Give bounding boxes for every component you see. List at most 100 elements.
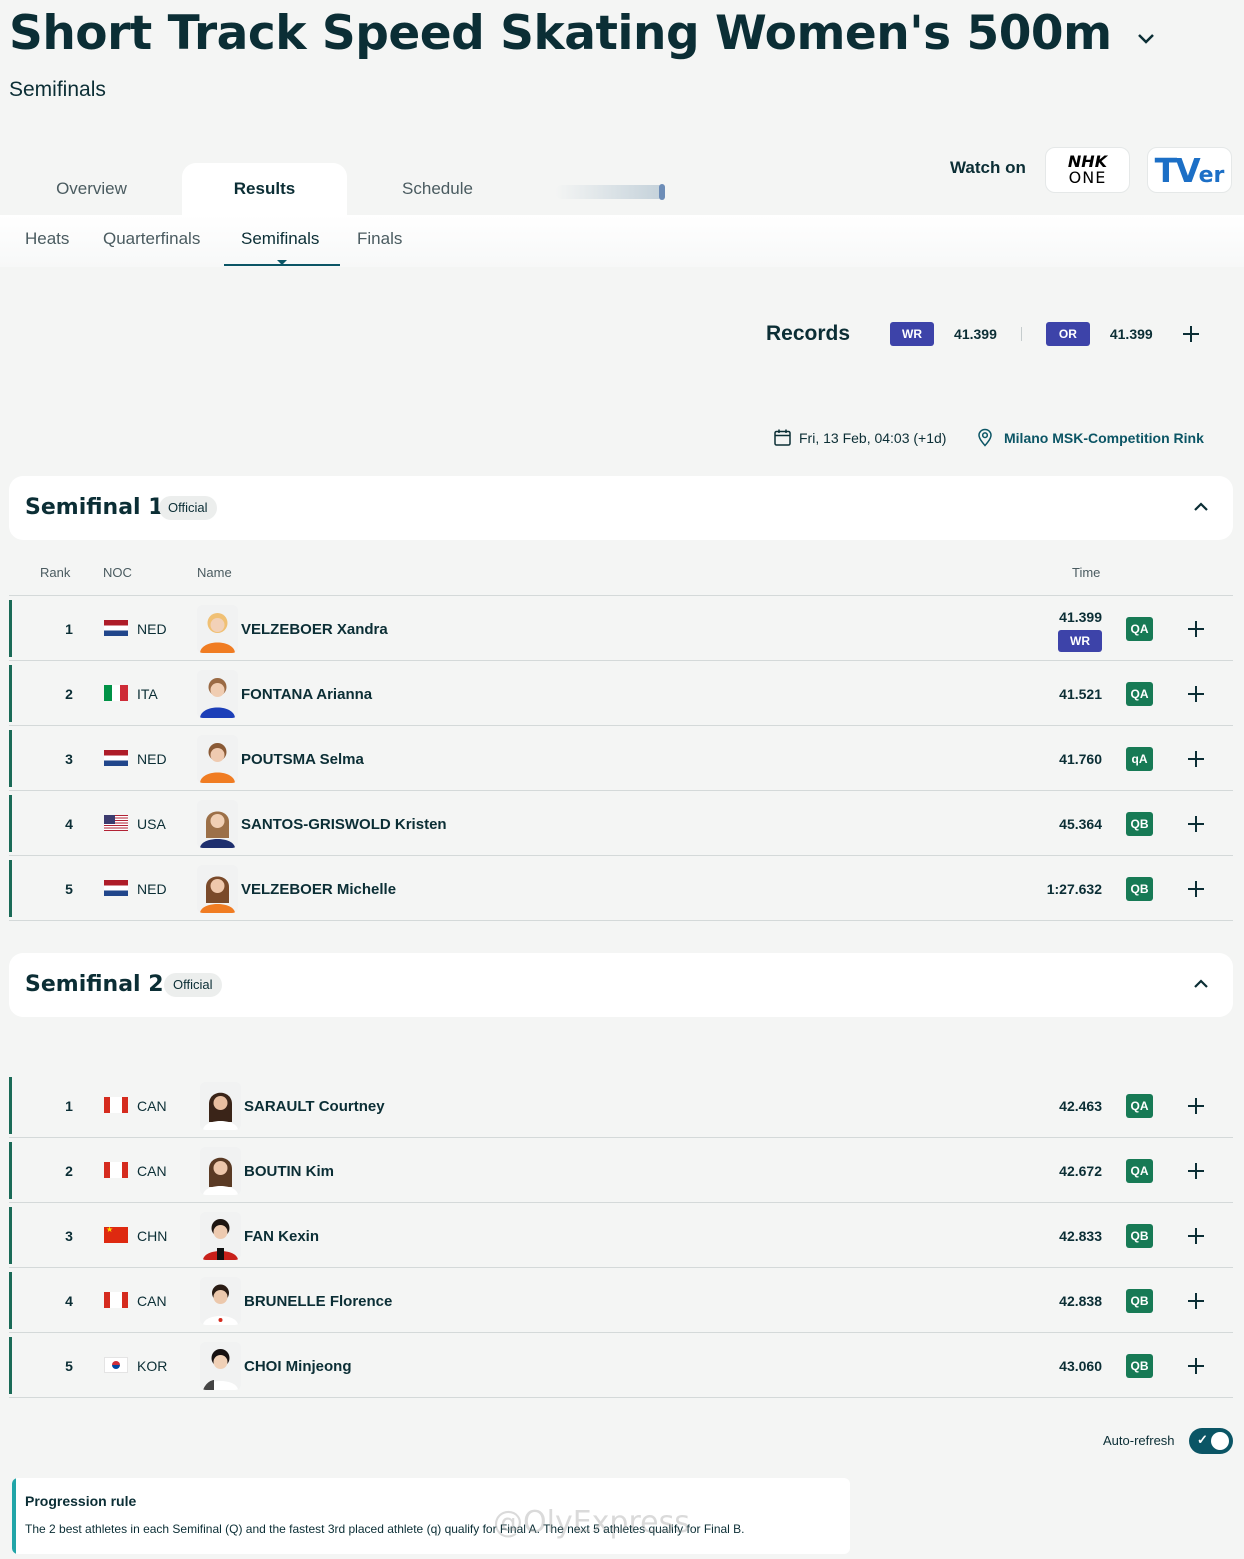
noc-cell: NED <box>137 751 167 767</box>
expand-row-icon[interactable] <box>1188 881 1204 897</box>
chevron-down-icon[interactable] <box>1136 33 1156 45</box>
avatar <box>197 800 238 848</box>
page-title: Short Track Speed Skating Women's 500m <box>9 6 1112 61</box>
athlete-name[interactable]: VELZEBOER Michelle <box>241 881 396 898</box>
tver-logo-text: TV <box>1154 150 1201 190</box>
expand-row-icon[interactable] <box>1188 816 1204 832</box>
avatar <box>197 670 238 718</box>
avatar <box>197 865 238 913</box>
table-row[interactable]: 1 NED VELZEBOER Xandra 41.399 WR QA <box>9 597 1233 661</box>
table-row[interactable]: 2 CAN BOUTIN Kim 42.672 QA <box>9 1139 1233 1203</box>
heat-header[interactable]: Semifinal 1 Official <box>9 476 1233 540</box>
athlete-name[interactable]: BRUNELLE Florence <box>244 1293 392 1310</box>
rank-cell: 1 <box>65 1098 73 1114</box>
subtab-quarterfinals[interactable]: Quarterfinals <box>103 229 200 249</box>
athlete-name[interactable]: SANTOS-GRISWOLD Kristen <box>241 816 447 833</box>
progression-rule-box: Progression rule The 2 best athletes in … <box>12 1478 850 1554</box>
table-row[interactable]: 3 NED POUTSMA Selma 41.760 qA <box>9 727 1233 791</box>
qualification-badge: QB <box>1126 1354 1153 1378</box>
subtab-heats[interactable]: Heats <box>25 229 69 249</box>
expand-row-icon[interactable] <box>1188 621 1204 637</box>
qualification-badge: QA <box>1126 617 1153 641</box>
row-accent <box>9 1207 12 1264</box>
rank-cell: 5 <box>65 1358 73 1374</box>
flag-ned-icon <box>104 880 128 896</box>
noc-cell: NED <box>137 621 167 637</box>
rank-cell: 5 <box>65 881 73 897</box>
records-expand-icon[interactable] <box>1182 326 1199 342</box>
subtab-semifinals[interactable]: Semifinals <box>241 229 319 249</box>
athlete-name[interactable]: FAN Kexin <box>244 1228 319 1245</box>
athlete-name[interactable]: POUTSMA Selma <box>241 751 364 768</box>
athlete-name[interactable]: VELZEBOER Xandra <box>241 621 388 638</box>
athlete-name[interactable]: CHOI Minjeong <box>244 1358 352 1375</box>
row-accent <box>9 730 12 787</box>
records-separator <box>1020 327 1022 341</box>
table-row[interactable]: 5 NED VELZEBOER Michelle 1:27.632 QB <box>9 857 1233 921</box>
time-cell: 45.364 <box>1059 816 1102 832</box>
athlete-name[interactable]: FONTANA Arianna <box>241 686 372 703</box>
row-accent <box>9 1272 12 1329</box>
qualification-badge: QA <box>1126 1094 1153 1118</box>
column-header-rank: Rank <box>40 565 71 580</box>
expand-row-icon[interactable] <box>1188 1293 1204 1309</box>
tab-overview[interactable]: Overview <box>9 163 174 215</box>
heat-header[interactable]: Semifinal 2 Official <box>9 953 1233 1017</box>
nhk-one-logo[interactable]: NHK ONE <box>1045 147 1130 193</box>
avatar <box>197 605 238 653</box>
table-row[interactable]: 5 KOR CHOI Minjeong 43.060 QB <box>9 1334 1233 1398</box>
expand-row-icon[interactable] <box>1188 1228 1204 1244</box>
wr-badge: WR <box>890 322 935 346</box>
auto-refresh-label: Auto-refresh <box>1103 1433 1175 1448</box>
venue-link[interactable]: Milano MSK-Competition Rink <box>1004 430 1204 446</box>
page-subtitle: Semifinals <box>9 78 106 101</box>
rank-cell: 2 <box>65 686 73 702</box>
expand-row-icon[interactable] <box>1188 686 1204 702</box>
chevron-up-icon[interactable] <box>1193 979 1209 989</box>
table-row[interactable]: 2 ITA FONTANA Arianna 41.521 QA <box>9 662 1233 726</box>
expand-row-icon[interactable] <box>1188 751 1204 767</box>
table-row[interactable]: 1 CAN SARAULT Courtney 42.463 QA <box>9 1074 1233 1138</box>
tab-results[interactable]: Results <box>182 163 347 215</box>
main-tabs: Overview Results Schedule <box>0 163 680 215</box>
athlete-name[interactable]: SARAULT Courtney <box>244 1098 385 1115</box>
world-record-badge: WR <box>1058 630 1102 652</box>
column-header-time: Time <box>1072 565 1101 580</box>
calendar-icon <box>774 429 791 446</box>
expand-row-icon[interactable] <box>1188 1098 1204 1114</box>
tver-logo-subtext: er <box>1198 162 1225 188</box>
rank-cell: 3 <box>65 751 73 767</box>
flag-ned-icon <box>104 750 128 766</box>
location-pin-icon <box>978 428 992 447</box>
flag-ned-icon <box>104 620 128 636</box>
table-row[interactable]: 4 USA SANTOS-GRISWOLD Kristen 45.364 QB <box>9 792 1233 856</box>
tab-schedule[interactable]: Schedule <box>355 163 520 215</box>
event-venue: Milano MSK-Competition Rink <box>977 428 1204 447</box>
noc-cell: CAN <box>137 1098 167 1114</box>
avatar <box>200 1212 241 1260</box>
noc-cell: KOR <box>137 1358 168 1374</box>
table-header-divider <box>9 595 1233 596</box>
noc-cell: CHN <box>137 1228 168 1244</box>
athlete-name[interactable]: BOUTIN Kim <box>244 1163 334 1180</box>
time-cell: 41.399 <box>1059 609 1102 625</box>
subtab-finals[interactable]: Finals <box>357 229 402 249</box>
table-row[interactable]: 4 CAN BRUNELLE Florence 42.838 QB <box>9 1269 1233 1333</box>
qualification-badge: QA <box>1126 682 1153 706</box>
status-badge: Official <box>159 496 217 520</box>
noc-cell: CAN <box>137 1163 167 1179</box>
expand-row-icon[interactable] <box>1188 1358 1204 1374</box>
time-cell: 42.838 <box>1059 1293 1102 1309</box>
tver-logo[interactable]: TV er <box>1147 147 1232 193</box>
expand-row-icon[interactable] <box>1188 1163 1204 1179</box>
nhk-logo-subtext: ONE <box>1068 168 1107 187</box>
records-bar: Records WR 41.399 OR 41.399 <box>766 320 1199 348</box>
auto-refresh-toggle[interactable]: ✓ <box>1189 1428 1233 1454</box>
table-row[interactable]: 3 CHN FAN Kexin 42.833 QB <box>9 1204 1233 1268</box>
qualification-badge: QB <box>1126 1224 1153 1248</box>
avatar <box>200 1147 241 1195</box>
time-cell: 41.521 <box>1059 686 1102 702</box>
chevron-up-icon[interactable] <box>1193 502 1209 512</box>
time-cell: 42.833 <box>1059 1228 1102 1244</box>
column-header-name: Name <box>197 565 232 580</box>
